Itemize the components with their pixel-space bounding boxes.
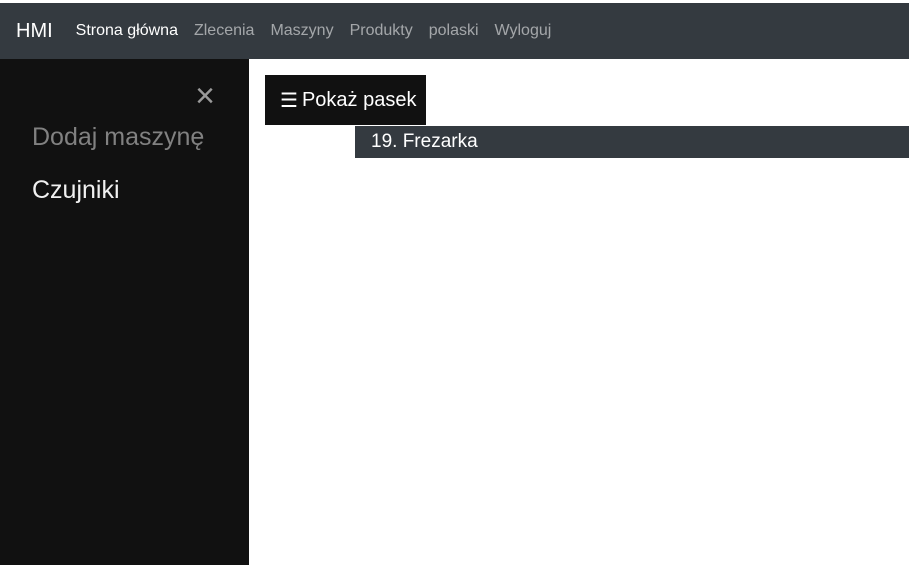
nav-link-produkty[interactable]: Produkty <box>350 23 413 39</box>
show-sidebar-label: Pokaż pasek <box>301 88 417 111</box>
sidebar-item-add-machine[interactable]: Dodaj maszynę <box>32 125 204 150</box>
nav-link-wyloguj[interactable]: Wyloguj <box>495 23 552 39</box>
close-icon[interactable]: × <box>193 79 217 113</box>
nav-link-user[interactable]: polaski <box>429 23 479 39</box>
nav-link-strona-glowna[interactable]: Strona główna <box>76 23 178 39</box>
hamburger-icon: ☰ <box>280 89 298 112</box>
top-navbar: HMI Strona główna Zlecenia Maszyny Produ… <box>0 3 909 59</box>
sidebar-item-sensors[interactable]: Czujniki <box>32 178 120 203</box>
nav-link-maszyny[interactable]: Maszyny <box>270 23 333 39</box>
nav-link-zlecenia[interactable]: Zlecenia <box>194 23 254 39</box>
machine-title-bar: 19. Frezarka <box>355 126 909 158</box>
page: HMI Strona główna Zlecenia Maszyny Produ… <box>0 0 909 565</box>
navbar-brand[interactable]: HMI <box>16 21 53 41</box>
show-sidebar-button[interactable]: ☰ Pokaż pasek <box>265 75 426 125</box>
sidebar: × Dodaj maszynę Czujniki <box>0 59 249 565</box>
machine-title: 19. Frezarka <box>371 131 478 152</box>
